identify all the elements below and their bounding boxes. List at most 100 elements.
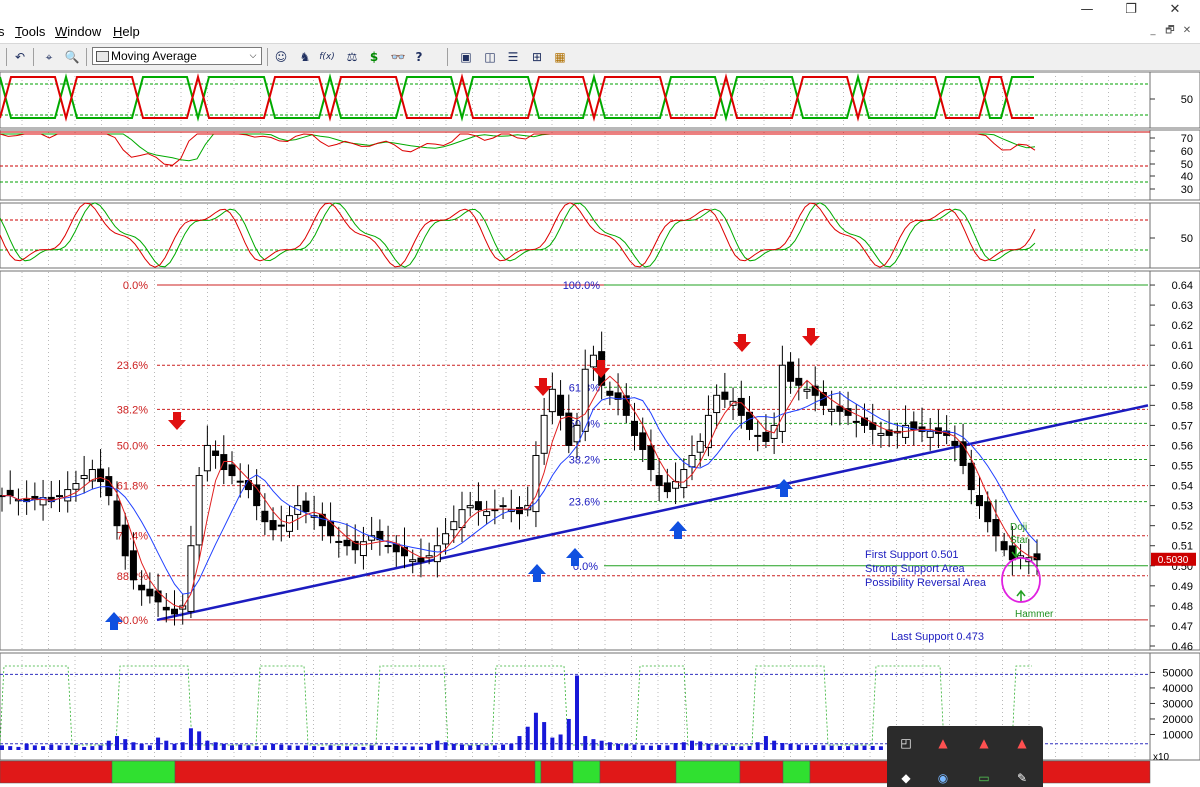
volume-bar (115, 736, 119, 750)
undo-button[interactable]: ↶ (11, 48, 29, 66)
popup-pen-button[interactable]: ✎ (1013, 769, 1031, 787)
volume-bar (451, 743, 456, 750)
close-button[interactable]: ✕ (1152, 0, 1198, 22)
layout-5-button[interactable]: ▦ (551, 48, 569, 66)
mdi-restore-button[interactable]: 🗗 (1163, 24, 1177, 38)
indicator-select[interactable]: Moving Average ⌵ (92, 47, 262, 65)
layout-4-button[interactable]: ⊞ (528, 48, 546, 66)
candle-body (80, 475, 88, 480)
axis-tick-label: 0.63 (1172, 300, 1193, 312)
chart-area[interactable]: 50 70 60 50 40 30 50 0.64 0.63 0.62 0.61 0.60 0.59 0.… (0, 70, 1200, 787)
formula-button[interactable]: f(x) (318, 48, 336, 66)
popup-indicator-b-button[interactable]: ▲ (975, 734, 993, 752)
menu-bar: s Tools Window Help _ 🗗 ✕ (0, 22, 1200, 42)
axis-tick-label: 0.56 (1172, 440, 1193, 452)
candle-body (187, 545, 195, 612)
volume-bar (180, 742, 185, 750)
popup-indicator-c-button[interactable]: ▲ (1013, 734, 1031, 752)
volume-bar (706, 743, 711, 750)
volume-bar (147, 745, 152, 750)
zoom-icon: 🔍 (64, 50, 80, 64)
volume-bar (328, 745, 333, 750)
volume-bar (755, 742, 760, 750)
scales-button[interactable]: ⚖ (343, 48, 361, 66)
help-pointer-button[interactable]: ? (410, 48, 428, 66)
candle-body (409, 559, 417, 563)
volume-bar (739, 746, 744, 750)
menu-item-window[interactable]: Window (55, 24, 101, 39)
layout-5-icon: ▦ (554, 50, 566, 64)
floating-toolbar: ◰ ▲ ▲ ▲ ◆ ◉ ▭ ✎ (887, 726, 1043, 787)
trend-strip-segment (0, 760, 113, 784)
mdi-minimize-button[interactable]: _ (1146, 24, 1160, 38)
crosshair-button[interactable]: ⌖ (40, 48, 58, 66)
chart-canvas[interactable]: 507060504030500.640.630.620.610.600.590.… (0, 70, 1200, 787)
scales-icon: ⚖ (346, 50, 358, 64)
wizard-button[interactable]: ♞ (296, 48, 314, 66)
zoom-button[interactable]: 🔍 (63, 48, 81, 66)
candle-body (926, 430, 934, 438)
layout-1-button[interactable]: ▣ (457, 48, 475, 66)
volume-bar (640, 745, 645, 750)
volume-bar (616, 743, 621, 750)
volume-bar (747, 745, 752, 750)
restore-button[interactable]: ❐ (1108, 0, 1154, 22)
toolbar-separator (33, 48, 34, 66)
popup-layout-button[interactable]: ◰ (897, 734, 915, 752)
popup-indicator-a-button[interactable]: ▲ (934, 734, 952, 752)
axis-tick-label: 30000 (1162, 698, 1193, 710)
volume-bar (65, 745, 70, 750)
volume-bar (336, 745, 341, 750)
popup-globe-button[interactable]: ◉ (934, 769, 952, 787)
candle-body (557, 394, 565, 416)
minimize-button[interactable]: — (1064, 0, 1110, 22)
volume-bar (131, 742, 136, 750)
menu-item-help[interactable]: Help (113, 24, 140, 39)
undo-icon: ↶ (14, 50, 26, 64)
volume-bar (443, 742, 448, 750)
popup-screen-button[interactable]: ▭ (975, 769, 993, 787)
axis-tick-label: 0.51 (1172, 541, 1193, 553)
expert-button[interactable]: ☺ (272, 48, 290, 66)
volume-bar (353, 746, 358, 750)
panel-frame (0, 202, 1200, 269)
volume-bar (657, 745, 662, 750)
popup-diamond-button[interactable]: ◆ (897, 769, 915, 787)
binoculars-button[interactable]: 👓 (389, 48, 407, 66)
volume-bar (550, 737, 555, 750)
menu-item-tools[interactable]: Tools (15, 24, 45, 39)
volume-bar (583, 736, 588, 750)
candle-body (474, 501, 482, 511)
trend-strip-segment (540, 760, 574, 784)
axis-tick-label: 50 (1181, 94, 1193, 106)
trend-strip-segment (572, 760, 601, 784)
dollar-button[interactable]: $ (365, 48, 383, 66)
axis-tick-label: 60 (1181, 146, 1193, 158)
trend-strip-segment (782, 760, 811, 784)
layout-2-button[interactable]: ◫ (481, 48, 499, 66)
volume-bar (230, 745, 234, 750)
candle-body (976, 495, 983, 507)
volume-bar (533, 712, 538, 750)
candle-body (483, 511, 491, 517)
volume-bar (460, 744, 464, 750)
mdi-close-button[interactable]: ✕ (1180, 24, 1194, 38)
layout-4-icon: ⊞ (531, 50, 543, 64)
volume-bar (476, 745, 481, 750)
diamond-icon: ◆ (901, 771, 911, 785)
volume-bar (8, 746, 13, 750)
volume-multiplier-label: x10 (1153, 752, 1170, 763)
candle-body (72, 483, 80, 490)
candle-body (516, 507, 523, 515)
fib-level-label: 50.0% (117, 440, 148, 452)
star-label: Star (1010, 535, 1029, 546)
volume-bar (492, 745, 497, 750)
menu-item-partial[interactable]: s (0, 24, 5, 39)
candle-body (573, 424, 581, 443)
candle-body (384, 545, 392, 548)
axis-tick-label: 20000 (1162, 714, 1193, 726)
layout-3-button[interactable]: ☰ (504, 48, 522, 66)
fib-level-label: 23.6% (117, 360, 148, 372)
candle-body (138, 584, 146, 591)
volume-bar (369, 745, 374, 750)
